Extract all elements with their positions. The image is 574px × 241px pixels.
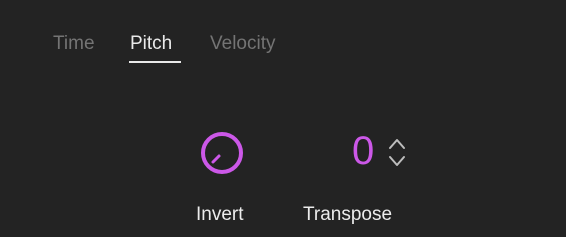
transpose-label: Transpose: [303, 204, 393, 225]
active-tab-indicator: [129, 61, 181, 63]
transpose-increment-button[interactable]: [387, 136, 407, 152]
pitch-panel: Time Pitch Velocity 0 Invert Transpose: [0, 0, 566, 237]
chevron-down-icon: [389, 156, 405, 166]
chevron-up-icon: [389, 139, 405, 149]
tab-pitch[interactable]: Pitch: [130, 32, 172, 56]
knob-icon: [201, 132, 243, 174]
tab-time[interactable]: Time: [53, 32, 95, 56]
tab-bar: Time Pitch Velocity: [0, 0, 566, 72]
invert-label: Invert: [196, 204, 244, 225]
transpose-stepper[interactable]: [387, 136, 407, 170]
invert-knob[interactable]: [194, 125, 250, 181]
transpose-value[interactable]: 0: [352, 127, 374, 175]
tab-velocity[interactable]: Velocity: [210, 32, 275, 56]
transpose-decrement-button[interactable]: [387, 153, 407, 169]
